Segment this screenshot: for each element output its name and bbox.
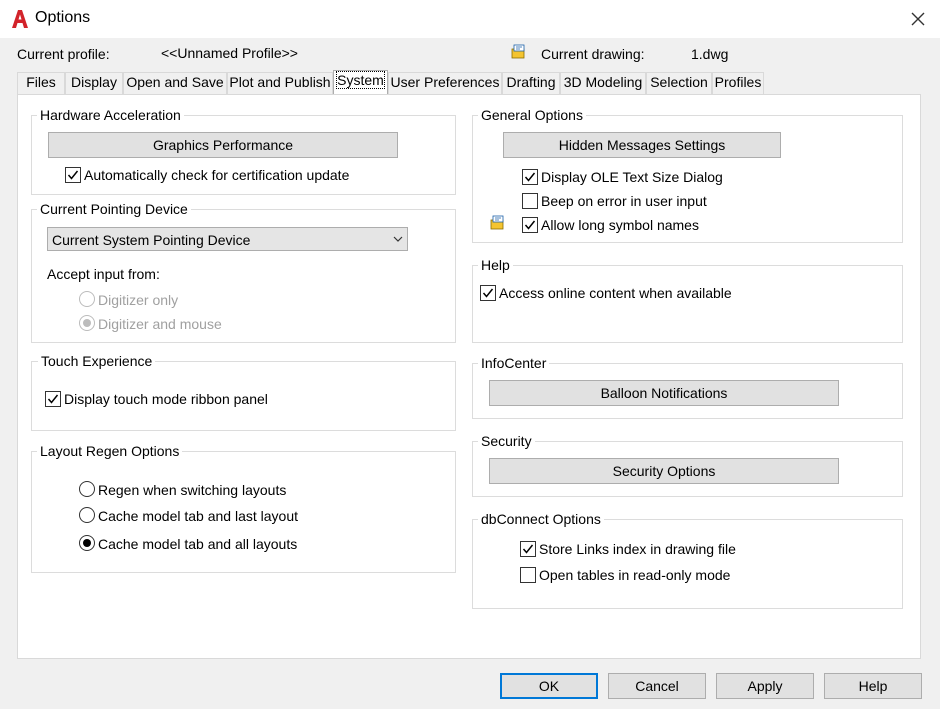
checkmark-icon <box>67 170 79 180</box>
current-drawing-label: Current drawing: <box>541 46 645 62</box>
checkmark-icon <box>482 288 494 298</box>
tab-drafting[interactable]: Drafting <box>502 72 560 94</box>
dbconnect-title: dbConnect Options <box>478 511 604 527</box>
online-content-label: Access online content when available <box>499 285 732 301</box>
current-drawing-value: 1.dwg <box>691 46 729 62</box>
accept-input-label: Accept input from: <box>47 266 160 282</box>
radio-dot <box>83 539 91 547</box>
title-bar <box>0 0 940 38</box>
help-group <box>472 265 903 343</box>
tab-display[interactable]: Display <box>65 72 123 94</box>
tab-profiles[interactable]: Profiles <box>712 72 764 94</box>
tab-plot-and-publish[interactable]: Plot and Publish <box>227 72 333 94</box>
store-links-index-checkbox[interactable] <box>520 541 536 557</box>
digitizer-and-mouse-radio[interactable] <box>79 315 95 331</box>
ok-button[interactable]: OK <box>500 673 598 699</box>
window-title: Options <box>35 9 91 26</box>
tab-system[interactable]: System <box>333 70 388 94</box>
cache-all-layouts-radio[interactable] <box>79 535 95 551</box>
security-options-button[interactable]: Security Options <box>489 458 839 484</box>
cancel-button[interactable]: Cancel <box>608 673 706 699</box>
auto-check-certification-checkbox[interactable] <box>65 167 81 183</box>
checkmark-icon <box>522 544 534 554</box>
long-symbol-names-checkbox[interactable] <box>522 217 538 233</box>
long-symbol-names-label: Allow long symbol names <box>541 217 699 233</box>
help-title: Help <box>478 257 513 273</box>
digitizer-and-mouse-label: Digitizer and mouse <box>98 316 222 332</box>
graphics-performance-button[interactable]: Graphics Performance <box>48 132 398 158</box>
auto-check-certification-label: Automatically check for certification up… <box>84 167 350 183</box>
balloon-notifications-button[interactable]: Balloon Notifications <box>489 380 839 406</box>
cache-last-layout-radio[interactable] <box>79 507 95 523</box>
tab-selection[interactable]: Selection <box>646 72 712 94</box>
current-profile-label: Current profile: <box>17 46 110 62</box>
tab-files[interactable]: Files <box>17 72 65 94</box>
touch-ribbon-checkbox[interactable] <box>45 391 61 407</box>
read-only-tables-label: Open tables in read-only mode <box>539 567 731 583</box>
touch-ribbon-label: Display touch mode ribbon panel <box>64 391 268 407</box>
drawing-file-icon <box>511 44 525 59</box>
current-profile-value: <<Unnamed Profile>> <box>161 45 298 61</box>
security-title: Security <box>478 433 535 449</box>
autocad-a-icon <box>12 10 28 28</box>
cache-all-layouts-label: Cache model tab and all layouts <box>98 536 298 552</box>
infocenter-title: InfoCenter <box>478 355 550 371</box>
hardware-acceleration-title: Hardware Acceleration <box>37 107 184 123</box>
regen-switching-label: Regen when switching layouts <box>98 482 287 498</box>
pointing-device-title: Current Pointing Device <box>37 201 191 217</box>
chevron-down-icon <box>393 236 403 242</box>
store-links-index-label: Store Links index in drawing file <box>539 541 736 557</box>
beep-on-error-checkbox[interactable] <box>522 193 538 209</box>
digitizer-only-label: Digitizer only <box>98 292 179 308</box>
read-only-tables-checkbox[interactable] <box>520 567 536 583</box>
ole-text-size-label: Display OLE Text Size Dialog <box>541 169 723 185</box>
regen-switching-radio[interactable] <box>79 481 95 497</box>
checkmark-icon <box>47 394 59 404</box>
layout-regen-title: Layout Regen Options <box>37 443 183 459</box>
pointing-device-selected-value: Current System Pointing Device <box>52 232 251 248</box>
checkmark-icon <box>524 220 536 230</box>
hidden-messages-settings-button[interactable]: Hidden Messages Settings <box>503 132 781 158</box>
drawing-file-icon <box>490 215 504 230</box>
radio-dot <box>83 319 91 327</box>
close-button[interactable] <box>900 4 936 34</box>
digitizer-only-radio[interactable] <box>79 291 95 307</box>
checkmark-icon <box>524 172 536 182</box>
tab-user-preferences[interactable]: User Preferences <box>388 72 502 94</box>
cache-last-layout-label: Cache model tab and last layout <box>98 508 299 524</box>
apply-button[interactable]: Apply <box>716 673 814 699</box>
touch-experience-title: Touch Experience <box>38 353 156 369</box>
help-button[interactable]: Help <box>824 673 922 699</box>
online-content-checkbox[interactable] <box>480 285 496 301</box>
dbconnect-group <box>472 519 903 609</box>
pointing-device-select[interactable]: Current System Pointing Device <box>47 227 408 251</box>
tab-3d-modeling[interactable]: 3D Modeling <box>560 72 646 94</box>
beep-on-error-label: Beep on error in user input <box>541 193 707 209</box>
ole-text-size-checkbox[interactable] <box>522 169 538 185</box>
general-options-title: General Options <box>478 107 586 123</box>
close-icon <box>911 12 925 26</box>
tab-open-and-save[interactable]: Open and Save <box>123 72 227 94</box>
